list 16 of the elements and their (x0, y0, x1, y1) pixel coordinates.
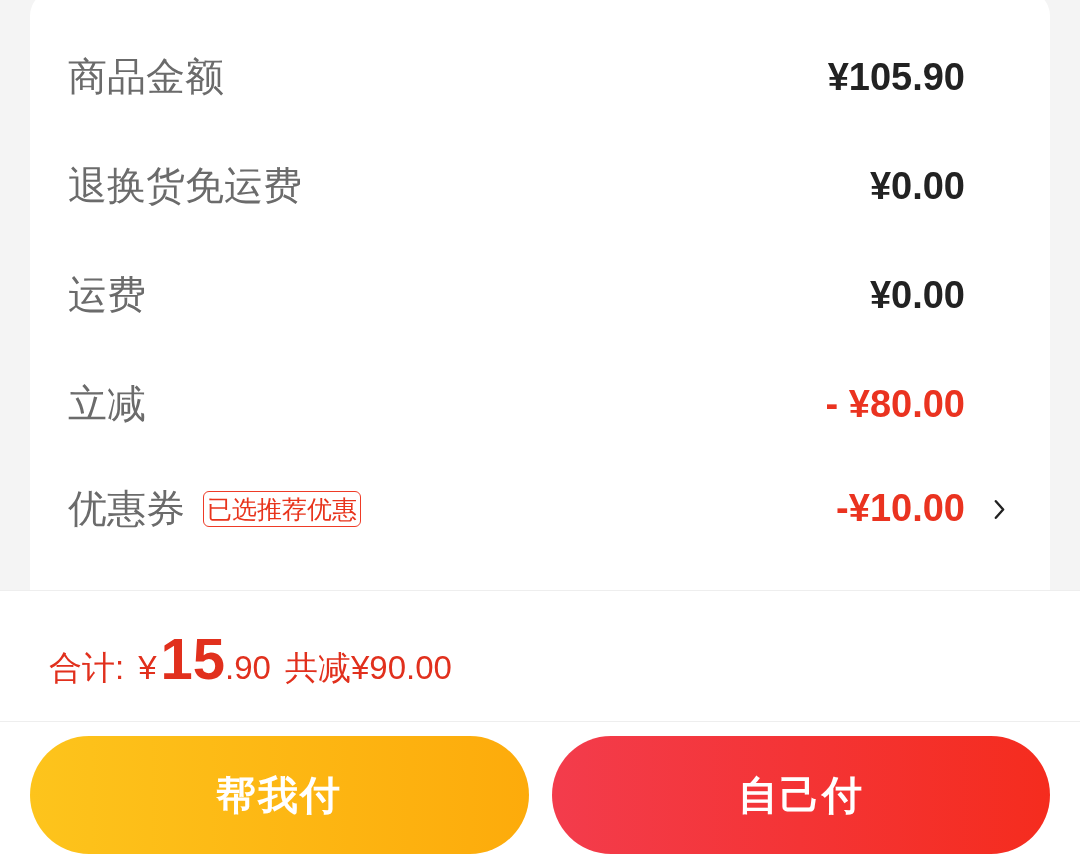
row-label: 运费 (68, 272, 146, 319)
total-label: 合计: (49, 648, 125, 688)
coupon-tag: 已选推荐优惠 (203, 491, 361, 527)
savings-text: 共减¥90.00 (284, 648, 452, 688)
row-label: 优惠券 (68, 485, 185, 532)
row-label: 商品金额 (68, 54, 224, 101)
row-amount: ¥105.90 (827, 54, 965, 100)
row-amount: ¥0.00 (869, 163, 965, 209)
row-amount: - ¥80.00 (825, 381, 965, 427)
pay-myself-button[interactable]: 自己付 (551, 736, 1050, 854)
row-label: 立减 (68, 381, 146, 428)
row-amount: ¥0.00 (869, 272, 965, 318)
total-price: ¥15.90 (138, 625, 271, 692)
row-label: 退换货免运费 (68, 163, 302, 210)
row-amount: -¥10.00 (836, 486, 965, 532)
chevron-right-icon[interactable] (994, 498, 1005, 520)
